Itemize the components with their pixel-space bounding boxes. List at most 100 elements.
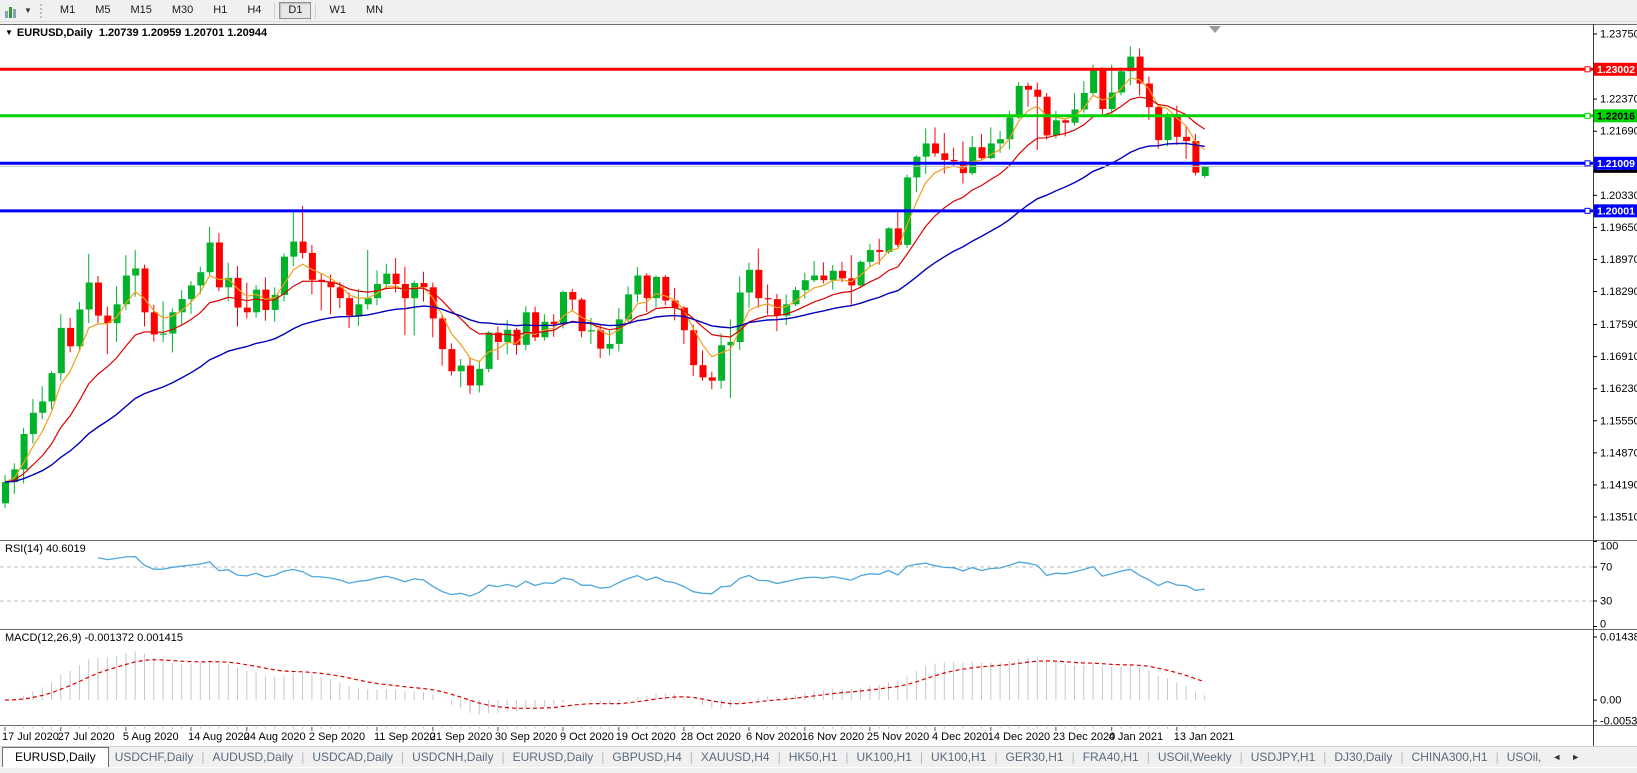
candle-body: [197, 272, 204, 285]
timeframe-d1-button[interactable]: D1: [279, 2, 311, 19]
price-level-badge-text: 1.23002: [1597, 64, 1635, 76]
candle-body: [1165, 114, 1172, 140]
candle-body: [402, 284, 409, 298]
time-axis-label: 21 Sep 2020: [430, 731, 492, 743]
timeframe-m1-button[interactable]: M1: [51, 2, 84, 19]
candle-body: [504, 330, 511, 342]
tab-hk50-h1[interactable]: HK50,H1: [783, 747, 844, 768]
tab-dj30-daily[interactable]: DJ30,Daily: [1328, 747, 1398, 768]
tab-ger30-h1[interactable]: GER30,H1: [1000, 747, 1070, 768]
toolbar-grip[interactable]: [40, 4, 45, 18]
line-anchor-handle[interactable]: [1585, 67, 1590, 72]
tab-uk100-h1[interactable]: UK100,H1: [925, 747, 992, 768]
tab-xauusd-h4[interactable]: XAUUSD,H4: [695, 747, 776, 768]
candle-body: [439, 318, 446, 349]
tabs-scroll-left-icon[interactable]: ◄: [1547, 747, 1566, 768]
candle-body: [21, 434, 28, 469]
timeframe-m15-button[interactable]: M15: [121, 2, 160, 19]
tab-usoil[interactable]: USOil,: [1501, 747, 1548, 768]
candle-body: [607, 344, 614, 349]
candle-body: [830, 271, 837, 280]
candle-body: [355, 304, 362, 315]
candle-body: [1183, 137, 1190, 141]
candle-body: [690, 330, 697, 365]
line-anchor-handle[interactable]: [1585, 161, 1590, 166]
line-anchor-handle[interactable]: [1585, 113, 1590, 118]
candle-body: [346, 298, 353, 315]
tab-separator: |: [776, 747, 783, 768]
candle-body: [625, 294, 632, 319]
candle-body: [979, 147, 986, 158]
candle-body: [448, 349, 455, 371]
time-axis-label: 14 Aug 2020: [188, 731, 250, 743]
candle-body: [49, 373, 56, 401]
tab-usoil-weekly[interactable]: USOil,Weekly: [1152, 747, 1238, 768]
tab-usdcad-daily[interactable]: USDCAD,Daily: [306, 747, 399, 768]
tab-separator: |: [843, 747, 850, 768]
price-axis-label: 1.16230: [1600, 383, 1637, 395]
candle-body: [588, 330, 595, 331]
candle-body: [718, 345, 725, 380]
tab-separator: |: [1398, 747, 1405, 768]
candle-body: [476, 369, 483, 386]
tab-uk100-h1[interactable]: UK100,H1: [851, 747, 918, 768]
candle-body: [467, 366, 474, 386]
tab-china300-h1[interactable]: CHINA300,H1: [1406, 747, 1494, 768]
chart-background: [0, 24, 1637, 746]
tab-gbpusd-h4[interactable]: GBPUSD,H4: [606, 747, 687, 768]
price-axis-label: 1.15550: [1600, 415, 1637, 427]
tab-eurusd-daily[interactable]: EURUSD,Daily: [507, 747, 600, 768]
line-anchor-handle[interactable]: [1585, 208, 1590, 213]
candle-body: [1062, 120, 1069, 122]
collapse-icon[interactable]: ▼: [5, 28, 13, 37]
chart-title: ▼EURUSD,Daily 1.20739 1.20959 1.20701 1.…: [5, 27, 267, 39]
time-axis-label: 30 Sep 2020: [495, 731, 557, 743]
candle-body: [235, 278, 242, 308]
candle-body: [709, 377, 716, 380]
candle-body: [86, 283, 93, 310]
time-axis-label: 25 Nov 2020: [867, 731, 929, 743]
timeframe-h4-button[interactable]: H4: [238, 2, 270, 19]
candle-body: [644, 276, 651, 299]
candle-body: [876, 250, 883, 252]
time-axis-label: 13 Jan 2021: [1174, 731, 1235, 743]
candle-body: [39, 401, 46, 412]
time-axis-label: 4 Dec 2020: [932, 731, 988, 743]
rsi-axis-label: 30: [1600, 596, 1612, 608]
candle-body: [672, 301, 679, 308]
price-chart[interactable]: 17 Jul 202027 Jul 20205 Aug 202014 Aug 2…: [0, 0, 1637, 747]
candle-body: [151, 312, 158, 334]
price-axis-label: 1.20330: [1600, 190, 1637, 202]
candle-body: [365, 298, 372, 304]
chart-tool-icon[interactable]: [4, 2, 23, 19]
tabs-scroll-right-icon[interactable]: ►: [1566, 747, 1585, 768]
tab-usdchf-daily[interactable]: USDCHF,Daily: [109, 747, 200, 768]
chevron-down-icon[interactable]: ▼: [24, 6, 32, 15]
time-axis-label: 6 Nov 2020: [746, 731, 802, 743]
tab-fra40-h1[interactable]: FRA40,H1: [1077, 747, 1145, 768]
tab-separator: |: [399, 747, 406, 768]
price-level-badge-text: 1.21009: [1597, 158, 1635, 170]
timeframe-mn-button[interactable]: MN: [357, 2, 392, 19]
tab-usdcnh-daily[interactable]: USDCNH,Daily: [406, 747, 499, 768]
time-axis-label: 27 Jul 2020: [58, 731, 115, 743]
timeframe-h1-button[interactable]: H1: [204, 2, 236, 19]
timeframe-m30-button[interactable]: M30: [163, 2, 202, 19]
candle-body: [811, 276, 818, 281]
timeframe-w1-button[interactable]: W1: [320, 2, 355, 19]
tab-usdjpy-h1[interactable]: USDJPY,H1: [1245, 747, 1321, 768]
candle-body: [216, 242, 223, 287]
candle-body: [30, 413, 37, 434]
tab-separator: |: [1145, 747, 1152, 768]
toolbar: ▼ M1M5M15M30H1H4 D1 W1MN: [0, 0, 1637, 22]
tab-eurusd-daily-active[interactable]: EURUSD,Daily: [2, 747, 109, 768]
tab-separator: |: [299, 747, 306, 768]
candle-body: [746, 270, 753, 293]
candle-body: [597, 330, 604, 348]
tab-separator: |: [599, 747, 606, 768]
candle-body: [207, 242, 214, 272]
tab-audusd-daily[interactable]: AUDUSD,Daily: [207, 747, 300, 768]
macd-indicator-label: MACD(12,26,9) -0.001372 0.001415: [5, 632, 183, 644]
timeframe-m5-button[interactable]: M5: [86, 2, 119, 19]
candle-body: [700, 365, 707, 377]
